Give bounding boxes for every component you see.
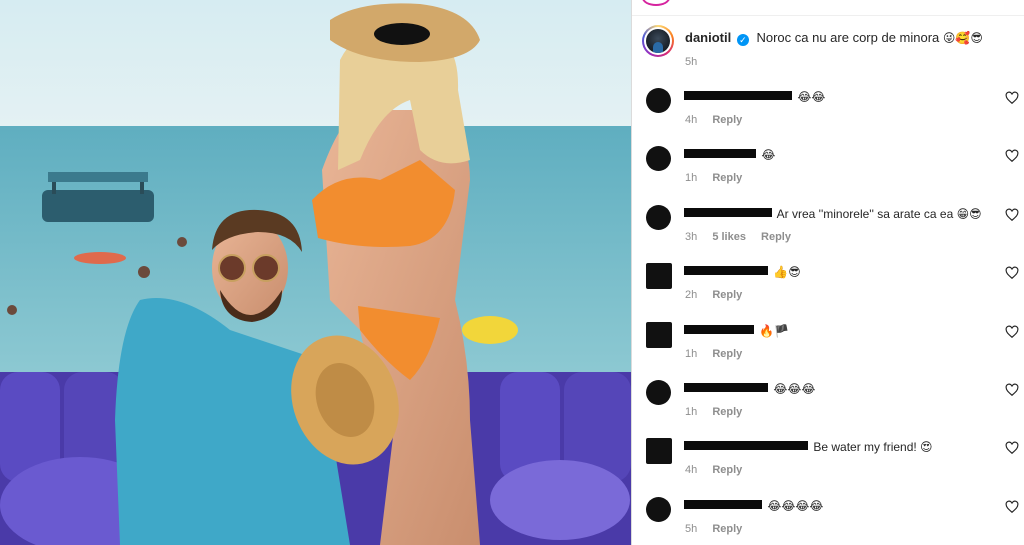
reply-button[interactable]: Reply (712, 289, 742, 301)
redacted-username (684, 500, 762, 509)
comment-item: 🔥🏴 1h Reply (646, 320, 1021, 370)
comment-meta: 2h Reply (685, 289, 754, 301)
comment-time[interactable]: 1h (685, 348, 697, 360)
comment-time[interactable]: 4h (685, 114, 697, 126)
comment-time[interactable]: 2h (685, 289, 697, 301)
comment-text: 😂😂 (684, 90, 825, 104)
heart-icon[interactable] (1005, 266, 1019, 280)
comment-body: 😂😂 (797, 90, 826, 104)
avatar[interactable] (642, 25, 674, 57)
reply-button[interactable]: Reply (761, 231, 791, 243)
heart-icon[interactable] (1005, 325, 1019, 339)
comment-time[interactable]: 5h (685, 523, 697, 535)
comment-meta: 3h 5 likes Reply (685, 231, 803, 243)
reply-button[interactable]: Reply (712, 464, 742, 476)
comment-body: 👍😎 (773, 265, 801, 279)
comment-body: Be water my friend! 😍 (813, 440, 933, 454)
redacted-username (684, 266, 768, 275)
comment-item: 😂😂😂 1h Reply (646, 378, 1021, 428)
comment-item: 😂 1h Reply (646, 144, 1021, 194)
redacted-username (684, 208, 772, 217)
reply-button[interactable]: Reply (712, 114, 742, 126)
comment-time[interactable]: 1h (685, 406, 697, 418)
divider (632, 15, 1024, 16)
comment-text: 👍😎 (684, 265, 801, 279)
comment-text: Be water my friend! 😍 (684, 440, 933, 454)
story-ring-partial (642, 0, 670, 6)
redacted-username (684, 441, 808, 450)
comment-item: Be water my friend! 😍 4h Reply (646, 436, 1021, 486)
comment-body: 😂😂😂 (773, 382, 816, 396)
comment-avatar[interactable] (646, 205, 671, 230)
reply-button[interactable]: Reply (712, 406, 742, 418)
comment-body: 😂 (761, 148, 776, 162)
comment-avatar[interactable] (646, 263, 672, 289)
comment-item: Ar vrea ''minorele'' sa arate ca ea 😁😎 3… (646, 203, 1021, 253)
caption-text: Noroc ca nu are corp de minora (756, 30, 940, 45)
comment-body: Ar vrea ''minorele'' sa arate ca ea 😁😎 (776, 207, 982, 221)
heart-icon[interactable] (1005, 500, 1019, 514)
comment-avatar[interactable] (646, 438, 672, 464)
comment-body: 🔥🏴 (759, 324, 790, 338)
comment-meta: 1h Reply (685, 406, 754, 418)
comment-item: 👍😎 2h Reply (646, 261, 1021, 311)
comment-meta: 1h Reply (685, 348, 754, 360)
comment-item: 😂😂 4h Reply (646, 86, 1021, 136)
comment-text: 🔥🏴 (684, 324, 789, 338)
caption-username[interactable]: daniotil (685, 30, 731, 45)
comment-text: Ar vrea ''minorele'' sa arate ca ea 😁😎 (684, 207, 982, 221)
comment-meta: 5h Reply (685, 523, 754, 535)
reply-button[interactable]: Reply (712, 523, 742, 535)
heart-icon[interactable] (1005, 208, 1019, 222)
comment-avatar[interactable] (646, 380, 671, 405)
comment-time[interactable]: 4h (685, 464, 697, 476)
heart-icon[interactable] (1005, 441, 1019, 455)
comment-item: 😂😂😂😂 5h Reply (646, 495, 1021, 545)
reply-button[interactable]: Reply (712, 172, 742, 184)
comment-text: 😂😂😂 (684, 382, 815, 396)
redacted-username (684, 325, 754, 334)
comment-meta: 1h Reply (685, 172, 754, 184)
comment-time[interactable]: 3h (685, 231, 697, 243)
comment-text: 😂 (684, 148, 775, 162)
redacted-username (684, 383, 768, 392)
caption-text-line: daniotil ✓ Noroc ca nu are corp de minor… (685, 30, 983, 46)
comment-avatar[interactable] (646, 322, 672, 348)
reply-button[interactable]: Reply (712, 348, 742, 360)
comment-avatar[interactable] (646, 88, 671, 113)
comments-panel: daniotil ✓ Noroc ca nu are corp de minor… (631, 0, 1024, 545)
beach-photo-illustration (0, 0, 631, 545)
post-caption: daniotil ✓ Noroc ca nu are corp de minor… (642, 25, 1017, 75)
comment-meta: 4h Reply (685, 114, 754, 126)
post-image[interactable] (0, 0, 631, 545)
heart-icon[interactable] (1005, 91, 1019, 105)
caption-emojis: 😜🥰😎 (942, 31, 983, 45)
comment-likes[interactable]: 5 likes (712, 231, 746, 243)
comment-avatar[interactable] (646, 146, 671, 171)
heart-icon[interactable] (1005, 383, 1019, 397)
comment-avatar[interactable] (646, 497, 671, 522)
comment-meta: 4h Reply (685, 464, 754, 476)
verified-badge-icon: ✓ (736, 34, 749, 46)
comment-time[interactable]: 1h (685, 172, 697, 184)
comment-text: 😂😂😂😂 (684, 499, 823, 513)
heart-icon[interactable] (1005, 149, 1019, 163)
redacted-username (684, 91, 792, 100)
caption-timestamp[interactable]: 5h (685, 56, 697, 68)
comment-body: 😂😂😂😂 (767, 499, 824, 513)
redacted-username (684, 149, 756, 158)
